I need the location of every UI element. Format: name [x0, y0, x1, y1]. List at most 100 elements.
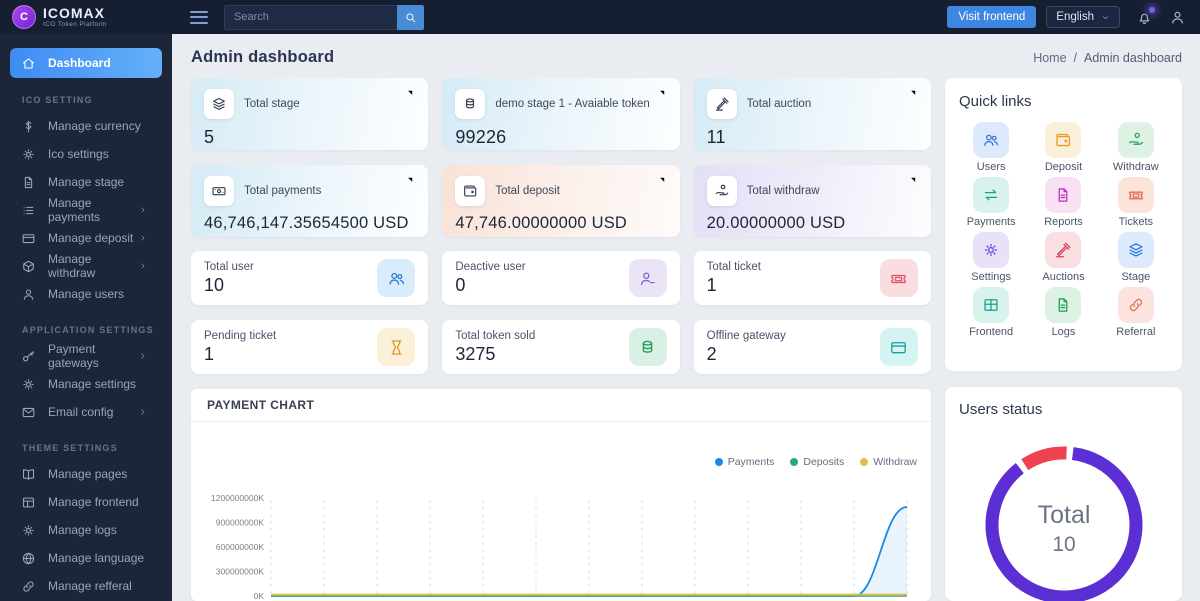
quick-link-logs[interactable]: Logs: [1031, 287, 1095, 338]
app-root: C ICOMAX ICO Token Platform Dashboard ICO…: [0, 0, 1200, 601]
arrow-up-right-icon[interactable]: [906, 87, 919, 100]
home-icon: [21, 56, 36, 71]
main-area: Admin dashboard Home / Admin dashboard T…: [172, 34, 1200, 601]
profile-button[interactable]: [1169, 9, 1186, 26]
sidebar-item-email-config[interactable]: Email config: [0, 398, 172, 426]
stat-card-total-payments: Total payments 46,746,147.35654500 USD: [191, 165, 429, 237]
sidebar-item-manage-pages[interactable]: Manage pages: [0, 460, 172, 488]
gradient-cards-grid: Total stage 5 demo stage 1 - Avaiable toke…: [191, 78, 931, 237]
arrow-up-right-icon[interactable]: [403, 174, 416, 187]
sidebar-item-manage-currency[interactable]: Manage currency: [0, 112, 172, 140]
quick-link-label: Deposit: [1044, 161, 1083, 173]
quick-link-frontend[interactable]: Frontend: [959, 287, 1023, 338]
quick-link-referral[interactable]: Referral: [1104, 287, 1168, 338]
visit-frontend-button[interactable]: Visit frontend: [947, 6, 1037, 28]
notifications-button[interactable]: [1136, 6, 1155, 26]
stat-card-total-token-sold: Total token sold 3275: [442, 320, 680, 374]
stat-card-value: 0: [455, 274, 466, 295]
arrow-up-right-icon[interactable]: [655, 174, 668, 187]
users-icon: [982, 131, 1000, 149]
sidebar-item-label: Dashboard: [48, 56, 111, 70]
wallet-icon: [1054, 131, 1072, 149]
sidebar-item-manage-deposit[interactable]: Manage deposit: [0, 224, 172, 252]
logo[interactable]: C ICOMAX ICO Token Platform: [0, 0, 172, 34]
arrow-up-right-icon[interactable]: [906, 174, 919, 187]
chart-legend: Payments Deposits Withdraw: [205, 456, 917, 468]
logo-title: ICOMAX: [43, 4, 105, 21]
search-box: [224, 4, 424, 30]
breadcrumb: Home / Admin dashboard: [1033, 51, 1182, 65]
sidebar-item-manage-frontend[interactable]: Manage frontend: [0, 488, 172, 516]
sidebar-item-payment-gateways[interactable]: Payment gateways: [0, 342, 172, 370]
payment-chart: 0K 300000000K 600000000K 900000000K 12000000…: [211, 493, 908, 601]
search-button[interactable]: [397, 4, 424, 30]
stat-card-total-deposit: Total deposit 47,746.00000000 USD: [442, 165, 680, 237]
side-panels: Quick links Users Deposit Withdraw Payments…: [945, 78, 1182, 601]
quick-link-users[interactable]: Users: [959, 122, 1023, 173]
chevron-down-icon: [1101, 13, 1110, 22]
quick-link-label: Frontend: [969, 326, 1014, 338]
page-title: Admin dashboard: [191, 48, 335, 66]
gavel-icon: [1054, 241, 1072, 259]
stat-card-value: 11: [706, 127, 726, 147]
ticket-icon: [1127, 186, 1145, 204]
language-dropdown[interactable]: English: [1046, 6, 1120, 28]
quick-link-label: Tickets: [1118, 216, 1154, 228]
sidebar-item-manage-language[interactable]: Manage language: [0, 544, 172, 572]
globe-icon: [21, 551, 36, 566]
quick-link-reports[interactable]: Reports: [1031, 177, 1095, 228]
stat-card-value: 5: [204, 127, 215, 147]
sidebar-item-manage-settings[interactable]: Manage settings: [0, 370, 172, 398]
quick-link-withdraw[interactable]: Withdraw: [1104, 122, 1168, 173]
quick-link-label: Users: [976, 161, 1006, 173]
chevron-right-icon: [138, 205, 148, 215]
sidebar-item-manage-logs[interactable]: Manage logs: [0, 516, 172, 544]
quick-link-payments[interactable]: Payments: [959, 177, 1023, 228]
arrow-up-right-icon[interactable]: [655, 87, 668, 100]
hamburger-icon[interactable]: [190, 10, 208, 24]
sidebar-item-dashboard[interactable]: Dashboard: [10, 48, 162, 78]
users-status-title: Users status: [959, 401, 1043, 418]
users-status-donut: Total 10: [959, 430, 1168, 601]
stat-card-total-withdraw: Total withdraw 20.00000000 USD: [693, 165, 931, 237]
sidebar-item-manage-stage[interactable]: Manage stage: [0, 168, 172, 196]
hand-coin-icon: [714, 183, 730, 199]
sidebar-item-manage-withdraw[interactable]: Manage withdraw: [0, 252, 172, 280]
stat-card-value: 1: [204, 343, 215, 364]
quick-link-settings[interactable]: Settings: [959, 232, 1023, 283]
quick-link-tickets[interactable]: Tickets: [1104, 177, 1168, 228]
sidebar-item-manage-refferal[interactable]: Manage refferal: [0, 572, 172, 600]
cube-icon: [21, 259, 36, 274]
sidebar-item-manage-payments[interactable]: Manage payments: [0, 196, 172, 224]
sidebar-item-manage-users[interactable]: Manage users: [0, 280, 172, 308]
svg-text:600000000K: 600000000K: [216, 542, 265, 552]
plain-cards-grid: Total user 10 Deactive user 0 Total ticket 1 P…: [191, 251, 931, 374]
stat-card-value: 20.00000000 USD: [706, 214, 846, 232]
stat-card-label: Total token sold: [455, 329, 536, 342]
table-icon: [982, 296, 1000, 314]
quick-link-auctions[interactable]: Auctions: [1031, 232, 1095, 283]
sidebar-section-header: APPLICATION SETTINGS: [22, 325, 154, 335]
sidebar-section-header: ICO SETTING: [22, 95, 93, 105]
coins-icon: [462, 96, 478, 112]
user-minus-icon: [638, 269, 657, 288]
breadcrumb-home[interactable]: Home: [1033, 51, 1066, 65]
quick-links-panel: Quick links Users Deposit Withdraw Payments…: [945, 78, 1182, 371]
file-icon: [1054, 296, 1072, 314]
search-icon: [404, 11, 417, 24]
stat-card-value: 47,746.00000000 USD: [455, 214, 628, 232]
sidebar-item-ico-settings[interactable]: Ico settings: [0, 140, 172, 168]
credit-card-icon: [889, 338, 908, 357]
sidebar-item-label: Manage users: [48, 287, 125, 301]
users-status-panel: Users status Total 10: [945, 387, 1182, 601]
quick-link-stage[interactable]: Stage: [1104, 232, 1168, 283]
stat-card-value: 46,746,147.35654500 USD: [204, 214, 409, 232]
sidebar-item-label: Manage settings: [48, 377, 137, 391]
quick-link-deposit[interactable]: Deposit: [1031, 122, 1095, 173]
arrow-up-right-icon[interactable]: [403, 87, 416, 100]
quick-links-grid: Users Deposit Withdraw Payments Reports Ticke…: [959, 122, 1168, 338]
search-input[interactable]: [224, 4, 397, 30]
wallet-icon: [462, 183, 478, 199]
language-value: English: [1056, 11, 1094, 23]
chevron-right-icon: [138, 261, 148, 271]
